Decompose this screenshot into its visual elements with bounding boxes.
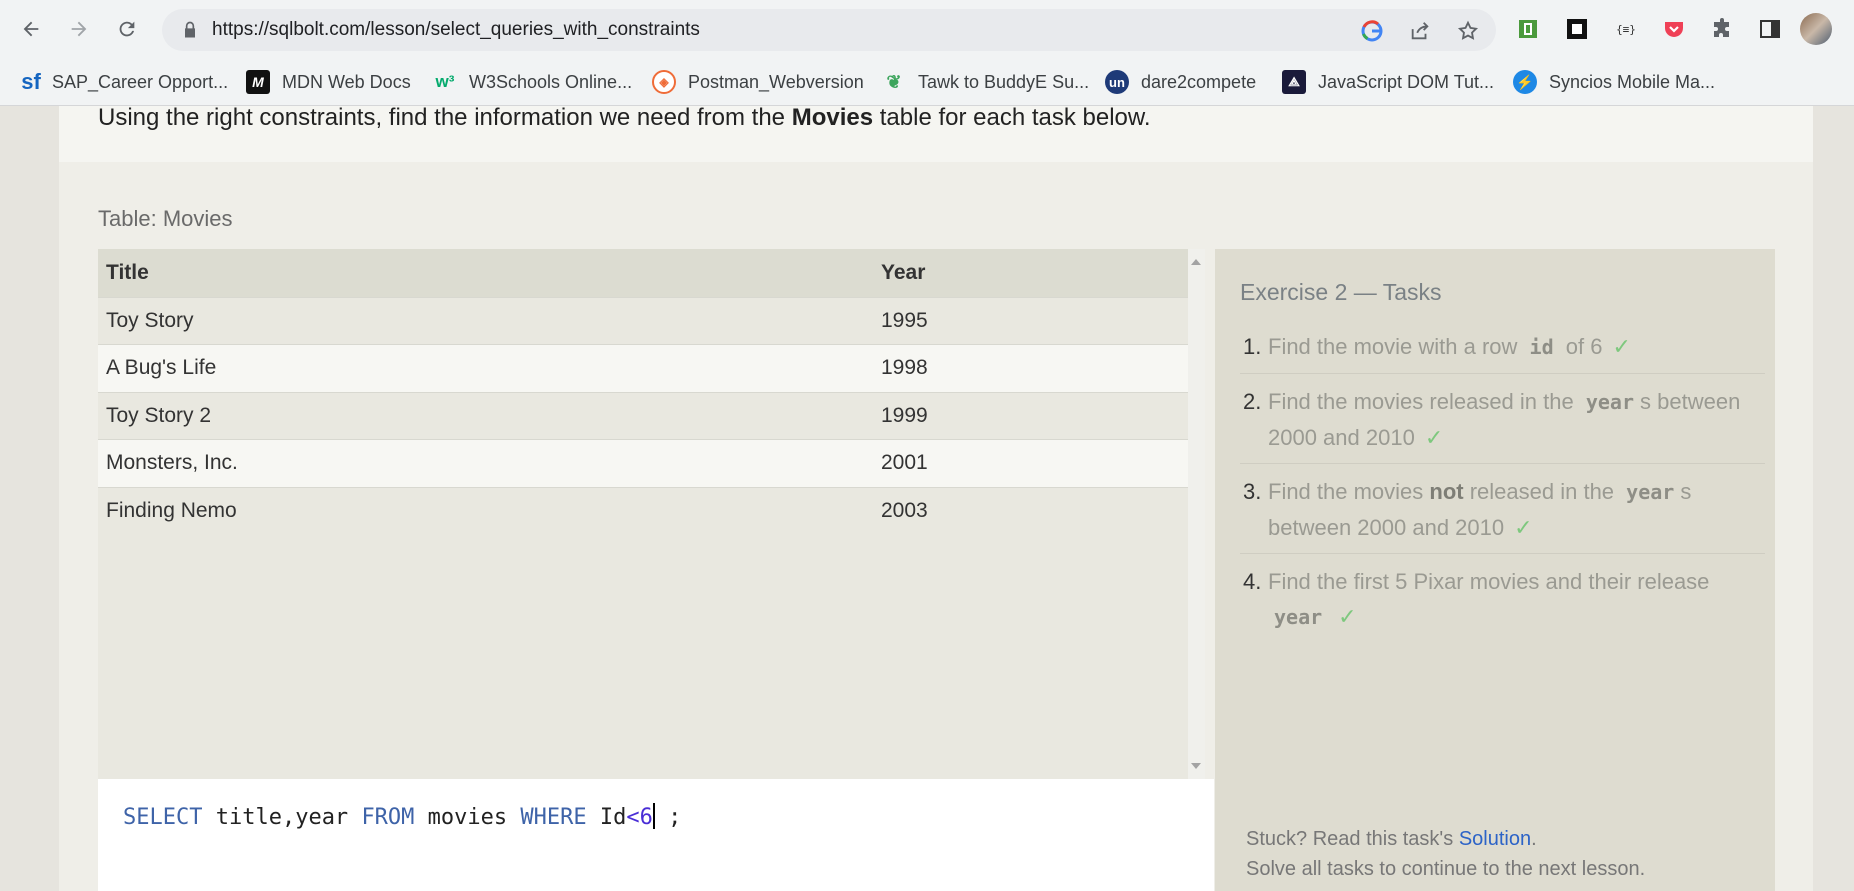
json-extension-icon[interactable]: {≡} xyxy=(1612,15,1640,43)
cell-title: A Bug's Life xyxy=(98,344,873,392)
bookmark-label: Tawk to BuddyE Su... xyxy=(918,71,1090,92)
pocket-icon[interactable] xyxy=(1660,15,1688,43)
reload-icon xyxy=(119,21,135,37)
solution-link[interactable]: Solution xyxy=(1459,828,1531,850)
checkmark-icon: ✓ xyxy=(1424,425,1444,450)
table-row: Toy Story 2 1999 xyxy=(98,391,1188,440)
scroll-up-arrow-icon[interactable] xyxy=(1191,259,1201,265)
task-item: 1. Find the movie with a row id of 6 ✓ xyxy=(1240,329,1765,374)
arrow-right-icon xyxy=(71,21,87,37)
syncios-icon: ⚡ xyxy=(1513,70,1537,94)
instruction-text: Using the right constraints, find the in… xyxy=(98,106,1151,131)
back-button[interactable] xyxy=(14,12,48,46)
bookmark-star-icon[interactable] xyxy=(1456,19,1480,43)
cell-year: 2001 xyxy=(873,439,1188,487)
cell-year: 1995 xyxy=(873,296,1188,345)
cell-year: 2003 xyxy=(873,486,1188,535)
bookmark-label: dare2compete xyxy=(1141,71,1257,92)
bookmark-label: MDN Web Docs xyxy=(282,71,411,92)
google-icon[interactable] xyxy=(1360,19,1384,43)
profile-avatar[interactable] xyxy=(1800,13,1832,45)
bookmark-label: SAP_Career Opport... xyxy=(52,71,229,92)
cell-year: 1998 xyxy=(873,344,1188,392)
mdn-icon: M xyxy=(246,70,270,94)
bookmark-dare2compete[interactable]: un dare2compete xyxy=(1105,68,1256,96)
reload-button[interactable] xyxy=(110,12,144,46)
cell-title: Toy Story xyxy=(98,296,873,345)
extensions-puzzle-icon[interactable] xyxy=(1708,15,1736,43)
table-caption: Table: Movies xyxy=(98,206,233,231)
next-lesson-text: Solve all tasks to continue to the next … xyxy=(1246,858,1646,880)
column-header-title: Title xyxy=(98,249,873,297)
extension-square-icon[interactable] xyxy=(1563,15,1591,43)
cell-title: Toy Story 2 xyxy=(98,391,873,440)
lock-icon xyxy=(185,21,195,38)
lesson-card: Using the right constraints, find the in… xyxy=(59,106,1813,891)
exercise-title: Exercise 2 — Tasks xyxy=(1240,279,1442,305)
svg-text:{≡}: {≡} xyxy=(1616,23,1636,36)
checkmark-icon: ✓ xyxy=(1514,515,1533,540)
results-table-container: Title Year Toy Story 1995 A Bug's Life 1… xyxy=(98,249,1205,779)
side-panel-icon[interactable] xyxy=(1756,15,1784,43)
sql-query-editor[interactable]: SELECT title,year FROM movies WHERE Id<6… xyxy=(98,779,1214,891)
cell-year: 1999 xyxy=(873,391,1188,440)
sf-icon: sf xyxy=(21,69,41,94)
exercise-tasks-panel: Exercise 2 — Tasks 1. Find the movie wit… xyxy=(1215,249,1775,891)
w3schools-icon: w³ xyxy=(435,72,455,91)
page-content: Using the right constraints, find the in… xyxy=(0,106,1854,891)
task-item: 3. Find the movies not released in the y… xyxy=(1240,474,1765,554)
sql-query-text[interactable]: SELECT title,year FROM movies WHERE Id<6… xyxy=(123,803,681,830)
browser-toolbar: https://sqlbolt.com/lesson/select_querie… xyxy=(0,0,1854,58)
bookmark-tawk[interactable]: ❦ Tawk to BuddyE Su... xyxy=(882,68,1089,96)
help-text: Stuck? Read this task's Solution. Solve … xyxy=(1246,828,1646,880)
tawk-icon: ❦ xyxy=(886,71,902,92)
extension-green-icon[interactable] xyxy=(1514,15,1542,43)
results-scrollbar[interactable] xyxy=(1188,249,1205,779)
results-table: Title Year Toy Story 1995 A Bug's Life 1… xyxy=(98,249,1188,535)
table-row: Finding Nemo 2003 xyxy=(98,486,1188,535)
arrow-left-icon xyxy=(23,21,39,37)
bookmark-mdn[interactable]: M MDN Web Docs xyxy=(246,68,411,96)
table-row: Toy Story 1995 xyxy=(98,296,1188,345)
bookmark-w3schools[interactable]: w³ W3Schools Online... xyxy=(433,68,633,96)
bookmark-js-dom[interactable]: ⟁ JavaScript DOM Tut... xyxy=(1282,68,1494,96)
bookmark-syncios[interactable]: ⚡ Syncios Mobile Ma... xyxy=(1513,68,1715,96)
bookmark-label: Syncios Mobile Ma... xyxy=(1549,71,1716,92)
checkmark-icon: ✓ xyxy=(1612,334,1631,359)
task-list: 1. Find the movie with a row id of 6 ✓ 2.… xyxy=(1240,329,1765,653)
dare2compete-icon: un xyxy=(1105,70,1129,94)
bookmark-postman[interactable]: ◈ Postman_Webversion xyxy=(652,68,864,96)
bookmark-sap[interactable]: sf SAP_Career Opport... xyxy=(18,68,228,96)
bookmarks-bar: sf SAP_Career Opport... M MDN Web Docs w… xyxy=(0,58,1854,106)
bookmark-label: JavaScript DOM Tut... xyxy=(1318,71,1495,92)
bookmark-label: Postman_Webversion xyxy=(688,71,864,92)
bookmark-label: W3Schools Online... xyxy=(469,71,633,92)
lesson-instructions: Using the right constraints, find the in… xyxy=(59,106,1813,162)
table-name: Movies xyxy=(791,106,874,131)
task-item: 4. Find the first 5 Pixar movies and the… xyxy=(1243,569,1710,629)
scroll-down-arrow-icon[interactable] xyxy=(1191,763,1201,769)
checkmark-icon: ✓ xyxy=(1338,604,1357,629)
forward-button[interactable] xyxy=(62,12,96,46)
table-row: Monsters, Inc. 2001 xyxy=(98,439,1188,487)
table-header-row: Title Year xyxy=(98,249,1188,297)
task-item: 2. Find the movies released in the year s… xyxy=(1240,384,1765,464)
address-bar[interactable]: https://sqlbolt.com/lesson/select_querie… xyxy=(162,9,1496,51)
column-header-year: Year xyxy=(873,249,1188,297)
postman-icon: ◈ xyxy=(652,70,676,94)
table-row: A Bug's Life 1998 xyxy=(98,344,1188,392)
cell-title: Monsters, Inc. xyxy=(98,439,873,487)
url-text: https://sqlbolt.com/lesson/select_querie… xyxy=(212,19,700,40)
js-dom-icon: ⟁ xyxy=(1282,70,1306,94)
cell-title: Finding Nemo xyxy=(98,486,873,535)
share-icon[interactable] xyxy=(1408,19,1432,43)
